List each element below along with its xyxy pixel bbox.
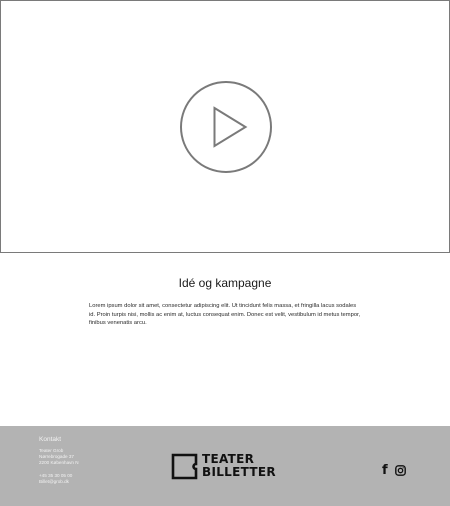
teater-billetter-logo[interactable]: TEATER BILLETTER xyxy=(171,452,281,482)
social-links: f xyxy=(382,463,406,477)
logo-wordmark: TEATER BILLETTER xyxy=(202,453,276,478)
footer: Kontakt Teater Grob Nørrebrogade 37 2200… xyxy=(0,426,450,506)
play-icon xyxy=(180,81,272,173)
contact-city: 2200 København N xyxy=(39,460,79,466)
section-body-text: Lorem ipsum dolor sit amet, consectetur … xyxy=(89,303,361,327)
contact-details: Teater Grob Nørrebrogade 37 2200 Københa… xyxy=(39,448,79,485)
contact-heading: Kontakt xyxy=(39,436,62,443)
logo-line-2: BILLETTER xyxy=(202,464,276,479)
contact-email[interactable]: Billet@grob.dk xyxy=(39,479,79,485)
logo-line-1: TEATER xyxy=(202,452,255,466)
section-title: Idé og kampagne xyxy=(178,276,272,290)
instagram-icon[interactable] xyxy=(395,464,406,476)
logo-mark-icon xyxy=(171,453,198,480)
facebook-icon[interactable]: f xyxy=(382,464,391,477)
video-player[interactable] xyxy=(0,0,450,253)
play-button[interactable] xyxy=(179,80,273,174)
